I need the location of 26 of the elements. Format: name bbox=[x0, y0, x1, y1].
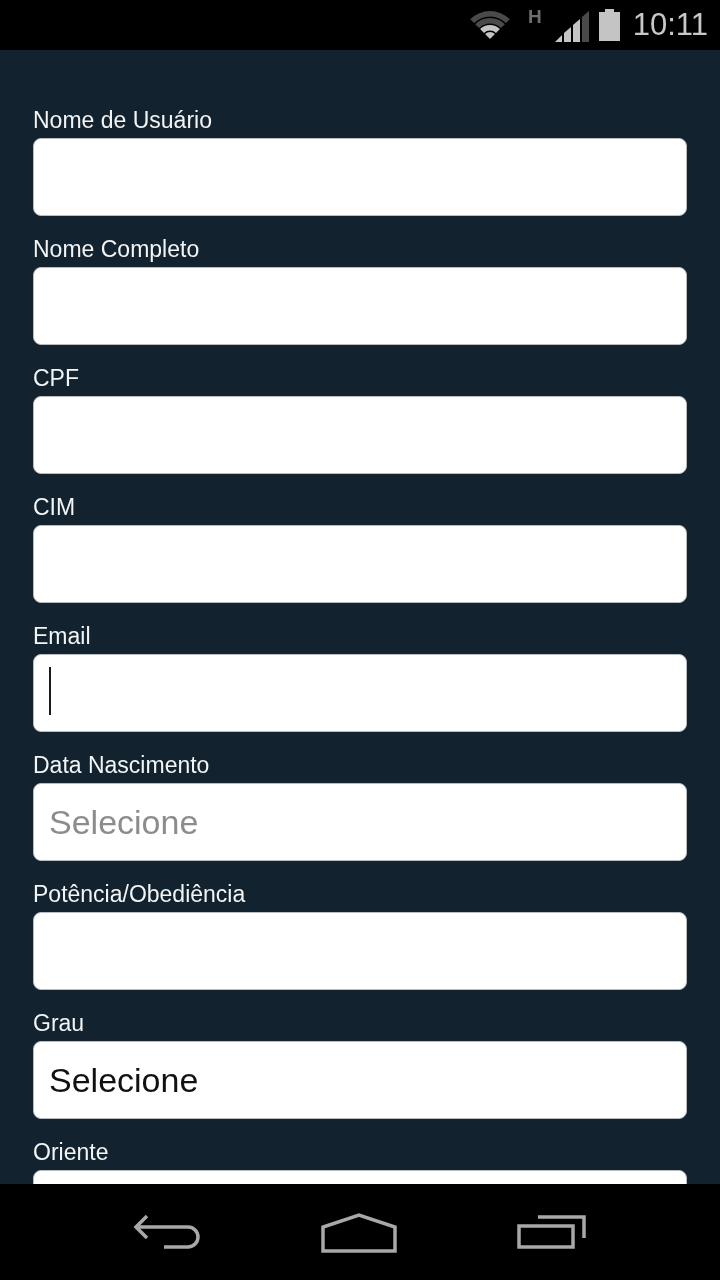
input-field[interactable] bbox=[33, 396, 687, 474]
field-label: Nome Completo bbox=[33, 235, 200, 263]
battery-icon bbox=[598, 9, 620, 41]
field-label: CIM bbox=[33, 493, 76, 521]
input-field[interactable] bbox=[33, 912, 687, 990]
field-label: Potência/Obediência bbox=[33, 880, 246, 908]
back-icon bbox=[132, 1213, 202, 1251]
wifi-icon bbox=[469, 9, 511, 39]
input-field[interactable] bbox=[33, 654, 687, 732]
input-field[interactable] bbox=[33, 267, 687, 345]
recent-apps-icon bbox=[516, 1214, 588, 1250]
field-label: Oriente bbox=[33, 1138, 109, 1166]
field-value: Selecione bbox=[49, 1060, 199, 1100]
network-type: H bbox=[528, 7, 542, 26]
field-label: CPF bbox=[33, 364, 79, 392]
home-icon bbox=[320, 1211, 398, 1253]
clock-time: 10:11 bbox=[632, 7, 708, 43]
field-label: Email bbox=[33, 622, 91, 650]
field-label: Data Nascimento bbox=[33, 751, 210, 779]
input-field[interactable]: Selecione bbox=[33, 1041, 687, 1119]
placeholder-text: Selecione bbox=[49, 802, 199, 842]
field-label: Nome de Usuário bbox=[33, 106, 212, 134]
signal-icon bbox=[554, 10, 590, 42]
input-field[interactable] bbox=[33, 138, 687, 216]
field-label: Grau bbox=[33, 1009, 85, 1037]
input-field[interactable] bbox=[33, 525, 687, 603]
